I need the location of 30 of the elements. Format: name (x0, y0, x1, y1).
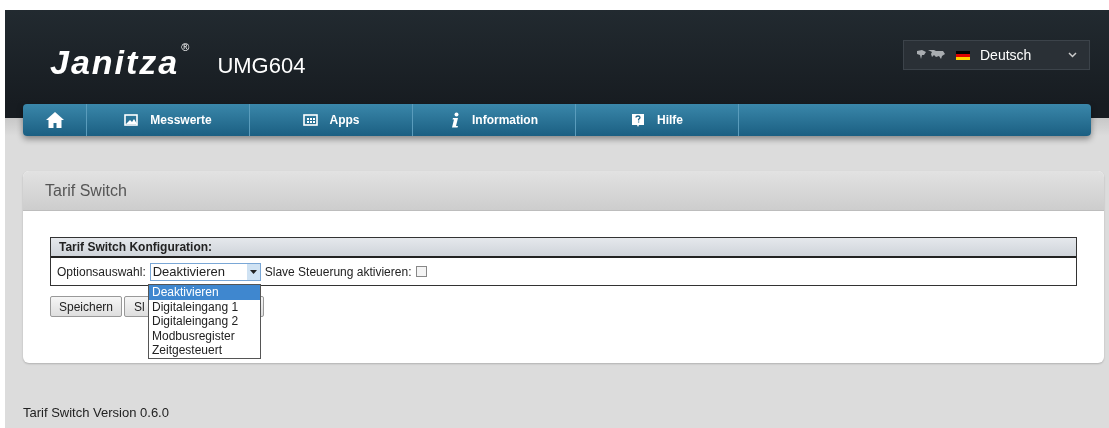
nav-tab[interactable]: Messwerte (87, 104, 250, 136)
dropdown-option[interactable]: Deaktivieren (149, 285, 260, 300)
nav-tab[interactable]: Information (413, 104, 576, 136)
home-icon (45, 112, 64, 128)
world-map-icon (916, 49, 946, 61)
picture-frame-icon (124, 114, 139, 126)
chevron-down-icon (1068, 52, 1077, 58)
registered-mark: ® (181, 42, 190, 53)
form-button[interactable]: Speichern (50, 296, 123, 317)
dropdown-option[interactable]: Zeitgesteuert (149, 343, 260, 358)
language-dropdown[interactable]: Deutsch (903, 40, 1090, 70)
help-icon (631, 112, 645, 128)
table-heading: Tarif Switch Konfiguration: (59, 239, 213, 256)
grid-icon (302, 114, 318, 126)
dropdown-option[interactable]: Digitaleingang 2 (149, 314, 260, 329)
slave-checkbox[interactable] (416, 266, 428, 277)
option-select[interactable]: Deaktivieren (149, 262, 261, 281)
dropdown-option[interactable]: Digitaleingang 1 (149, 299, 260, 314)
device-name: UMG604 (217, 51, 306, 80)
logo: Janitza (50, 45, 180, 79)
nav-tab[interactable]: Hilfe (576, 104, 739, 136)
info-icon (450, 112, 460, 128)
nav-tab[interactable]: Apps (250, 104, 413, 136)
slave-label: Slave Steuerung aktivieren: (264, 263, 412, 281)
caret-icon (246, 263, 260, 280)
option-label: Optionsauswahl: (57, 263, 146, 281)
dropdown-option[interactable]: Modbusregister (149, 328, 260, 343)
version-text: Tarif Switch Version 0.6.0 (23, 405, 169, 420)
german-flag-icon (956, 50, 970, 60)
panel-title: Tarif Switch (45, 180, 127, 201)
